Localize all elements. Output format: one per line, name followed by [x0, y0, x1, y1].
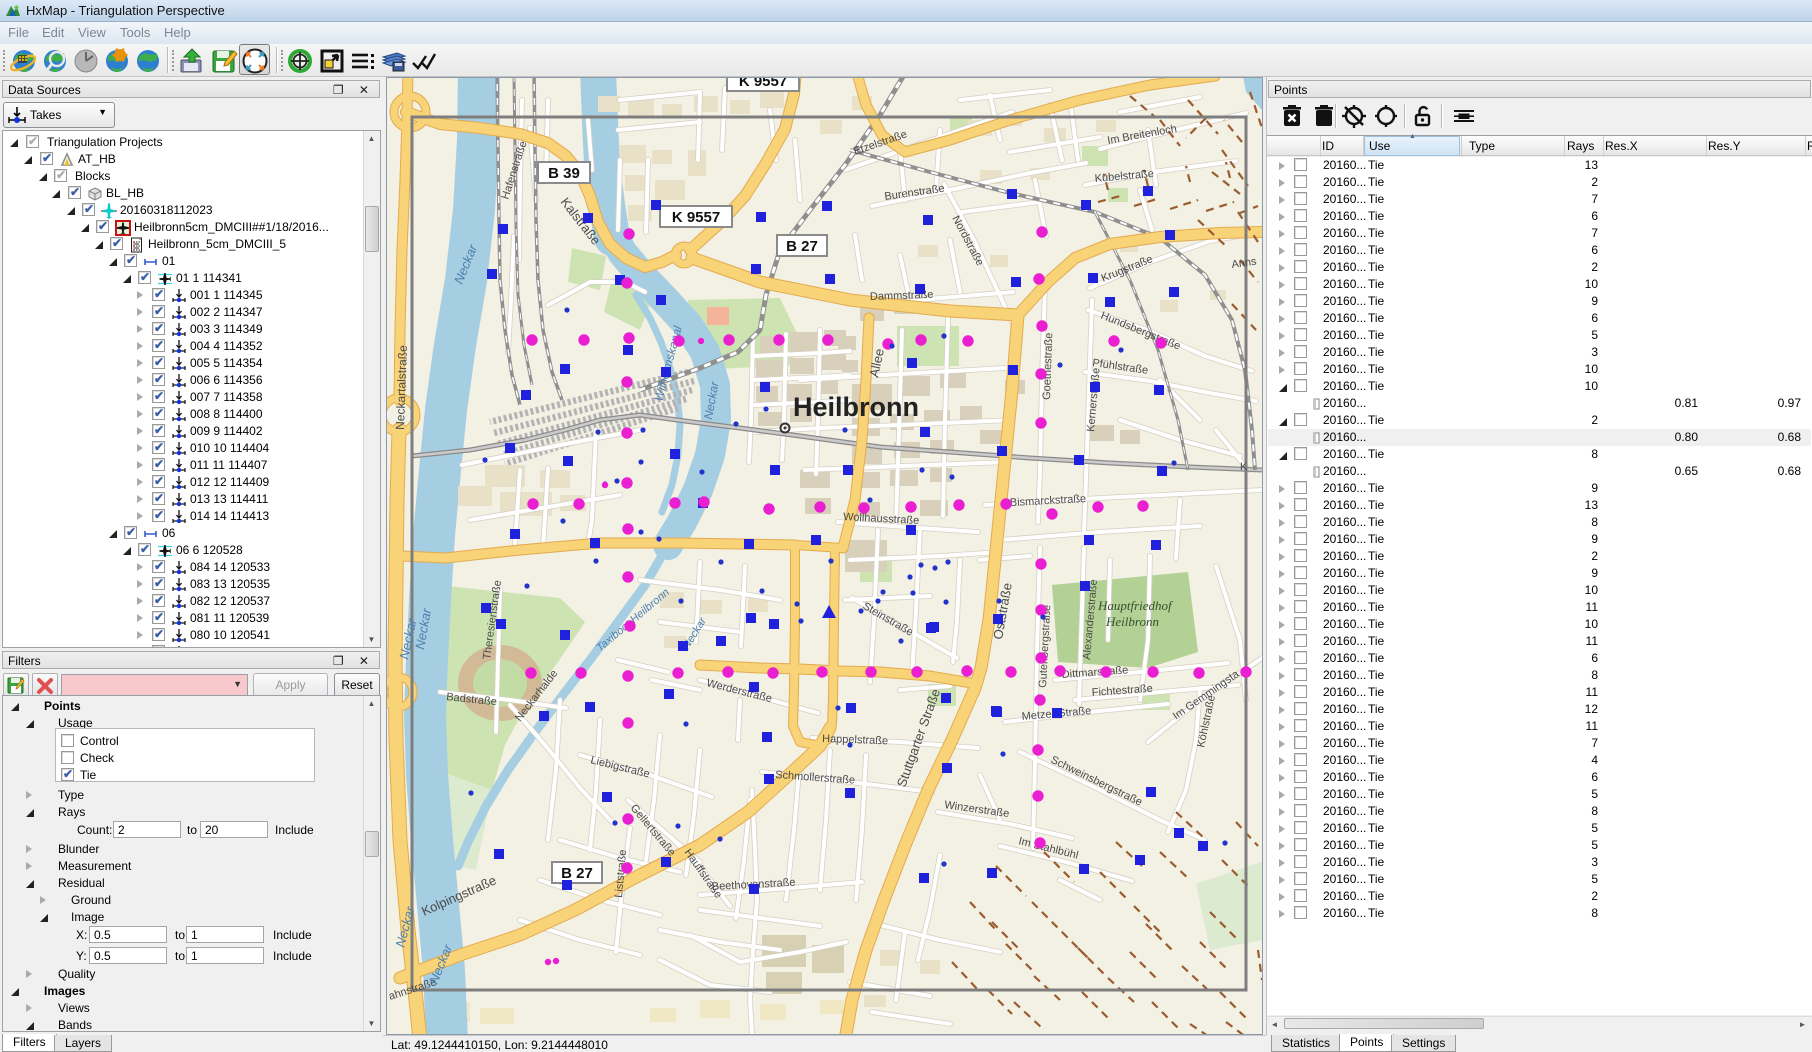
svg-text:B 27: B 27 — [561, 865, 593, 882]
svg-text:B 39: B 39 — [548, 165, 580, 182]
svg-text:Happelstraße: Happelstraße — [822, 733, 888, 747]
svg-text:K 9557: K 9557 — [739, 78, 787, 90]
svg-text:Neckartalstraße: Neckartalstraße — [393, 345, 410, 430]
svg-text:K 9557: K 9557 — [672, 209, 720, 226]
svg-text:Goethestraße: Goethestraße — [1041, 332, 1055, 400]
svg-text:Heilbronn: Heilbronn — [1105, 614, 1159, 629]
svg-text:Hauptfriedhof: Hauptfriedhof — [1097, 598, 1174, 613]
svg-text:K: K — [1240, 461, 1248, 473]
svg-text:Heilbronn: Heilbronn — [793, 392, 919, 422]
svg-text:B 27: B 27 — [786, 238, 818, 255]
